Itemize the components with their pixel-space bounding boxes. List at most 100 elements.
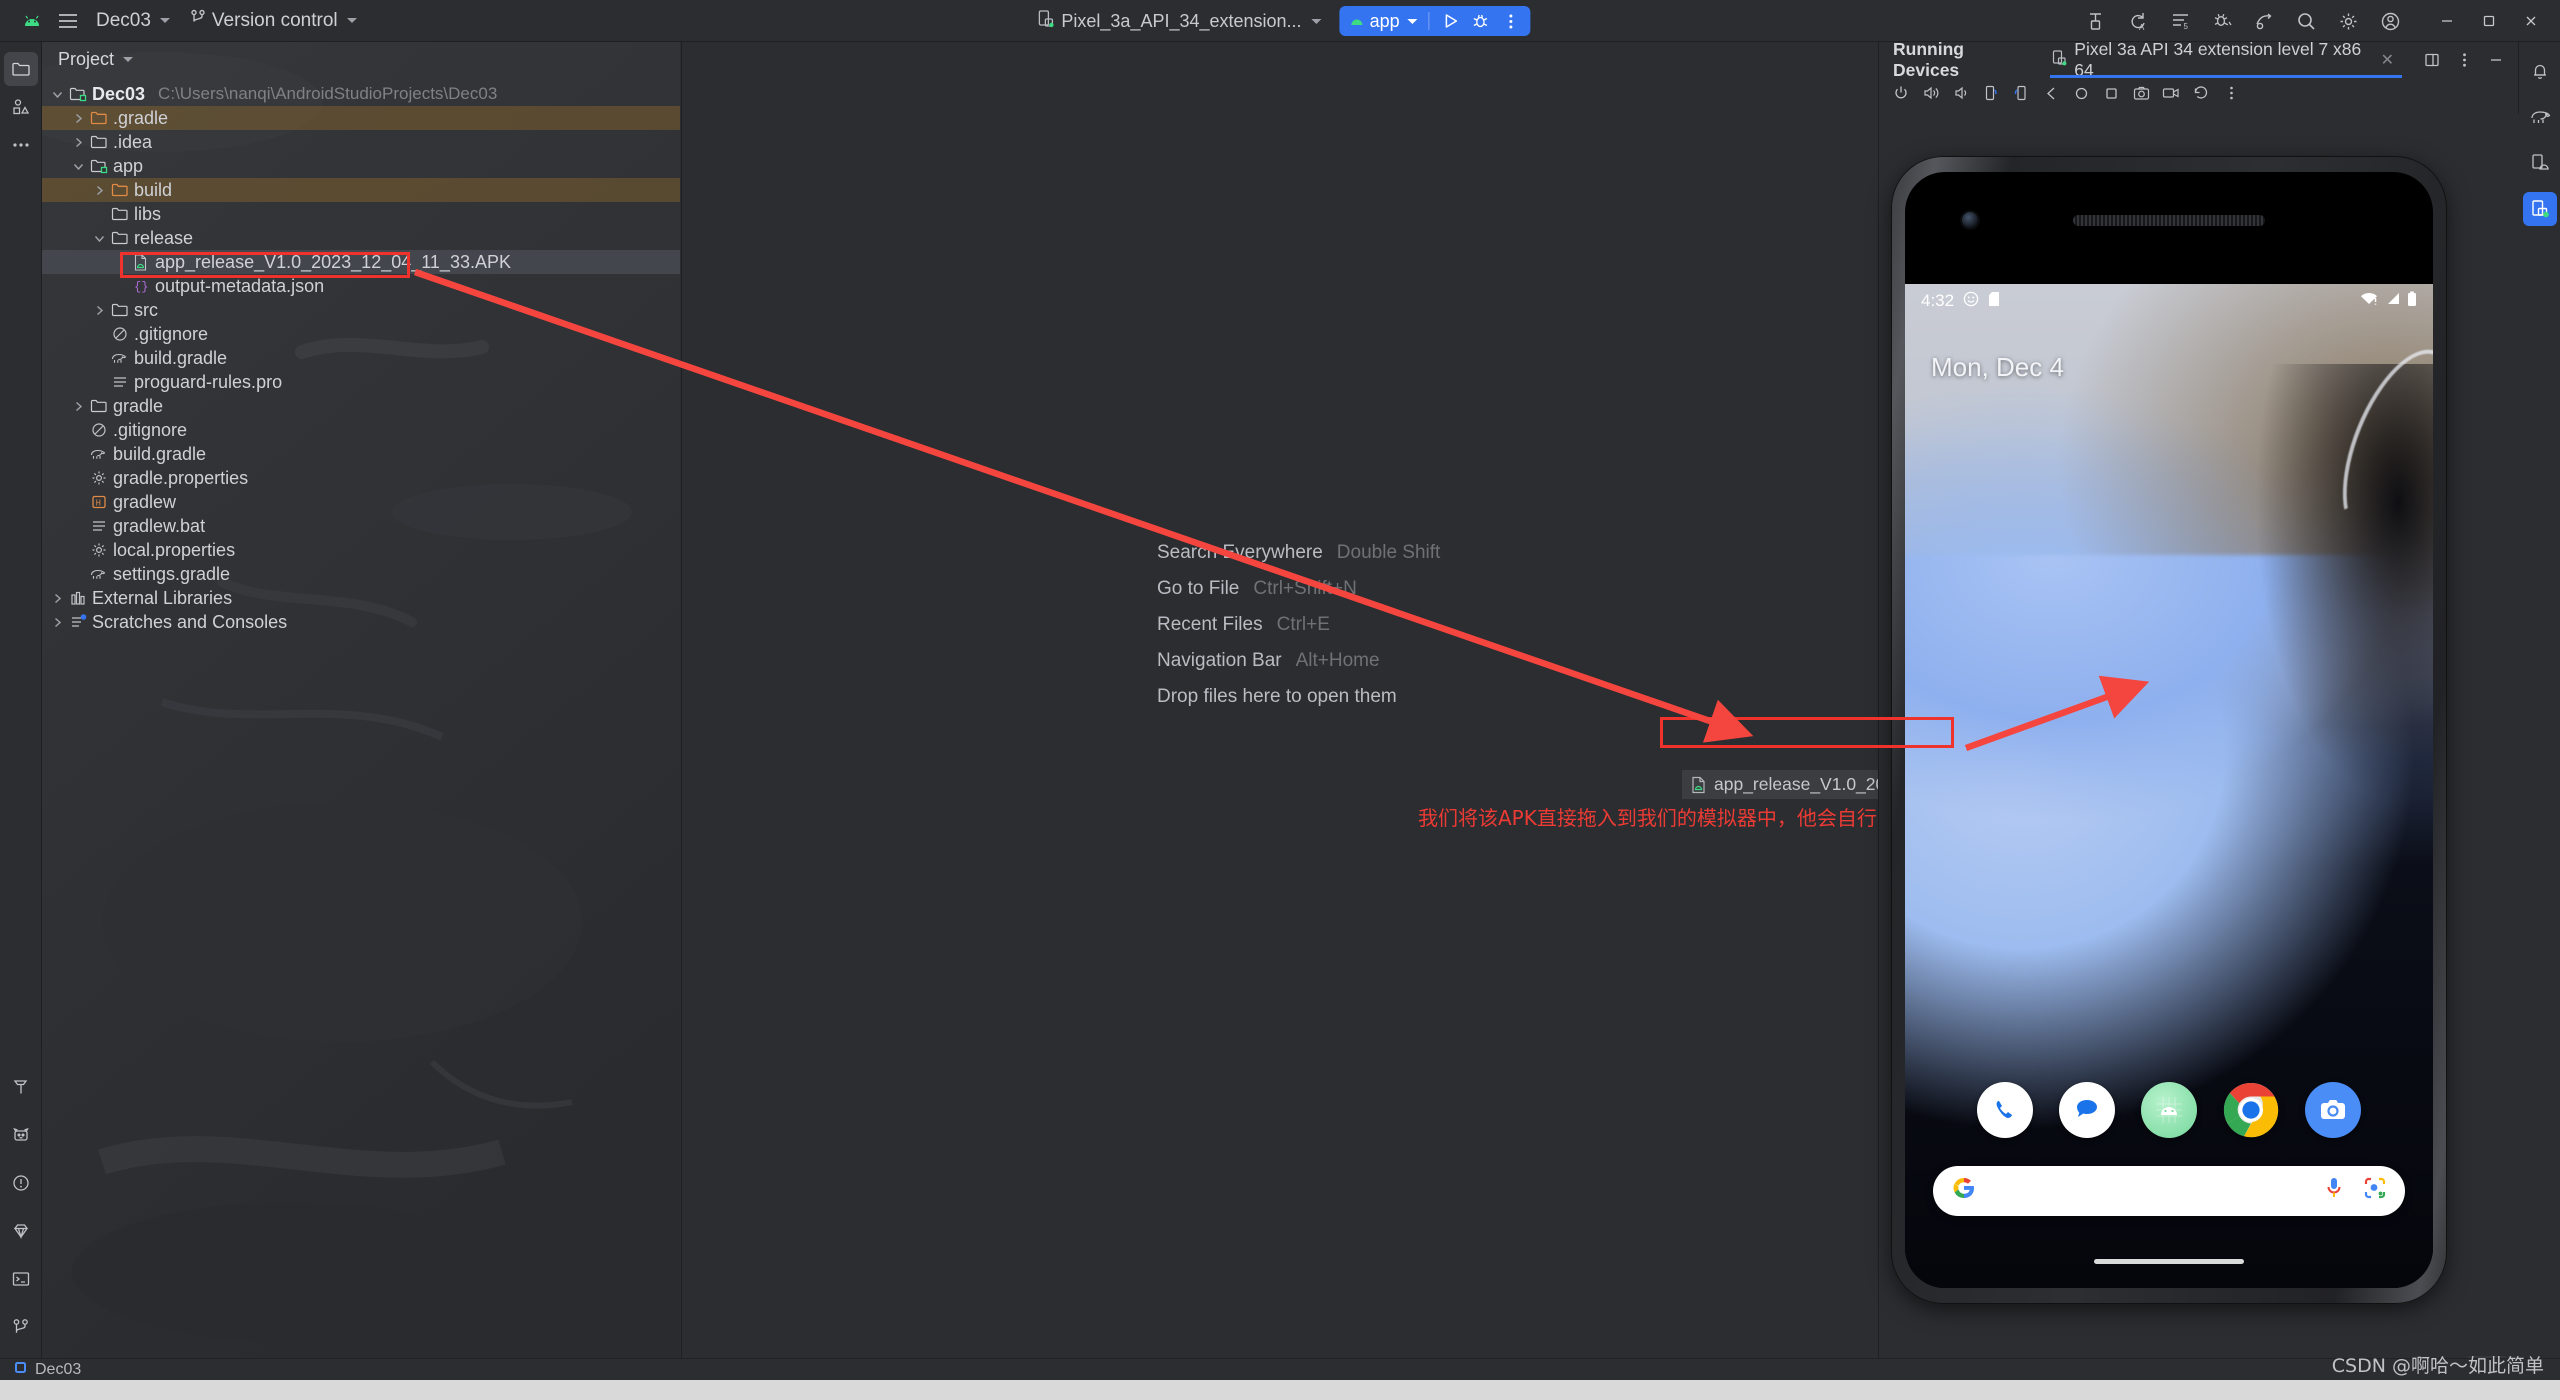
- tree-row[interactable]: {} output-metadata.json: [42, 274, 680, 298]
- chevron-down-icon[interactable]: [71, 159, 85, 173]
- search-icon[interactable]: [2286, 6, 2326, 36]
- version-control-selector[interactable]: Version control: [180, 7, 367, 35]
- project-name-selector[interactable]: Dec03: [86, 7, 180, 35]
- tree-row[interactable]: .gradle: [42, 106, 680, 130]
- window-maximize-button[interactable]: [2468, 0, 2510, 42]
- tree-row[interactable]: .idea: [42, 130, 680, 154]
- android-logo-icon[interactable]: [14, 6, 50, 36]
- tree-row[interactable]: app_release_V1.0_2023_12_04_11_33.APK: [42, 250, 680, 274]
- debug-button[interactable]: [1467, 8, 1495, 34]
- chevron-right-icon[interactable]: [92, 183, 106, 197]
- sidebar-item-resource-manager[interactable]: [4, 90, 38, 124]
- tree-row[interactable]: local.properties: [42, 538, 680, 562]
- sync-gradle-icon[interactable]: A: [2118, 6, 2158, 36]
- camera-icon[interactable]: [2305, 1082, 2361, 1138]
- sidebar-item-gradle[interactable]: [2523, 100, 2557, 134]
- earpiece-speaker: [2073, 215, 2265, 226]
- sidebar-item-running-devices[interactable]: [2522, 192, 2557, 226]
- sidebar-item-problems[interactable]: [4, 1166, 38, 1200]
- power-icon[interactable]: [1887, 80, 1915, 106]
- sidebar-item-terminal[interactable]: [4, 1262, 38, 1296]
- chevron-right-icon[interactable]: [71, 111, 85, 125]
- chevron-down-icon[interactable]: [92, 231, 106, 245]
- tree-row[interactable]: libs: [42, 202, 680, 226]
- tree-row-label: proguard-rules.pro: [134, 371, 283, 392]
- version-control-label: Version control: [211, 9, 338, 31]
- tree-row[interactable]: release: [42, 226, 680, 250]
- run-button[interactable]: [1437, 8, 1465, 34]
- chevron-right-icon[interactable]: [50, 591, 64, 605]
- chevron-right-icon[interactable]: [92, 303, 106, 317]
- options-more-icon[interactable]: [2450, 46, 2478, 74]
- settings-gear-icon[interactable]: [2328, 6, 2368, 36]
- tree-row[interactable]: .gitignore: [42, 418, 680, 442]
- rotate-left-icon[interactable]: [1977, 80, 2005, 106]
- chevron-right-icon[interactable]: [71, 135, 85, 149]
- tree-row[interactable]: Dec03 C:\Users\nanqi\AndroidStudioProject…: [42, 82, 680, 106]
- window-minimize-button[interactable]: [2426, 0, 2468, 42]
- rollback-icon[interactable]: [2187, 80, 2215, 106]
- volume-down-icon[interactable]: [1947, 80, 1975, 106]
- sidebar-item-app-quality[interactable]: [4, 1214, 38, 1248]
- tree-row[interactable]: gradle: [42, 394, 680, 418]
- tree-row[interactable]: src: [42, 298, 680, 322]
- sidebar-item-version-control[interactable]: [4, 1310, 38, 1344]
- chrome-icon[interactable]: [2223, 1082, 2279, 1138]
- messages-icon[interactable]: [2059, 1082, 2115, 1138]
- tree-row[interactable]: app: [42, 154, 680, 178]
- tree-row[interactable]: External Libraries: [42, 586, 680, 610]
- tab-pixel-3a-emulator[interactable]: Pixel 3a API 34 extension level 7 x86 64…: [2050, 39, 2402, 80]
- google-search-widget[interactable]: [1933, 1166, 2405, 1216]
- avd-manager-icon[interactable]: 5: [2160, 6, 2200, 36]
- layout-inspector-icon[interactable]: [2244, 6, 2284, 36]
- device-screen[interactable]: 4:32 Mon, Dec 4: [1905, 284, 2433, 1288]
- gesture-nav-pill[interactable]: [2094, 1259, 2244, 1264]
- tree-row[interactable]: build.gradle: [42, 442, 680, 466]
- more-run-options-button[interactable]: [1497, 8, 1525, 34]
- google-lens-icon[interactable]: [2363, 1176, 2387, 1206]
- sidebar-item-build[interactable]: [4, 1070, 38, 1104]
- tree-row[interactable]: Hgradlew: [42, 490, 680, 514]
- sidebar-item-project[interactable]: [3, 52, 38, 86]
- hide-minimize-icon[interactable]: [2482, 46, 2510, 74]
- profiler-icon[interactable]: [2202, 6, 2242, 36]
- home-icon[interactable]: [2067, 80, 2095, 106]
- editor-empty-area[interactable]: Search Everywhere Double Shift Go to File C…: [681, 42, 2071, 1358]
- device-selector[interactable]: Pixel_3a_API_34_extension...: [1029, 7, 1329, 35]
- app-quality-icon: [13, 1224, 28, 1240]
- tree-row[interactable]: build: [42, 178, 680, 202]
- tree-row[interactable]: gradle.properties: [42, 466, 680, 490]
- sidebar-item-device-manager[interactable]: [2523, 146, 2557, 180]
- volume-up-icon[interactable]: [1917, 80, 1945, 106]
- sidebar-item-notifications[interactable]: [2523, 54, 2557, 88]
- project-panel-header[interactable]: Project: [42, 42, 680, 76]
- tree-row[interactable]: proguard-rules.pro: [42, 370, 680, 394]
- chevron-down-icon[interactable]: [50, 87, 64, 101]
- split-window-icon[interactable]: [2418, 46, 2446, 74]
- chevron-right-icon[interactable]: [71, 399, 85, 413]
- more-vertical-icon[interactable]: [2217, 80, 2245, 106]
- window-close-button[interactable]: [2510, 0, 2552, 42]
- phone-icon[interactable]: [1977, 1082, 2033, 1138]
- screenshot-camera-icon[interactable]: [2127, 80, 2155, 106]
- tree-row[interactable]: .gitignore: [42, 322, 680, 346]
- account-icon[interactable]: [2370, 6, 2410, 36]
- rotate-right-icon[interactable]: [2007, 80, 2035, 106]
- screen-record-icon[interactable]: [2157, 80, 2185, 106]
- android-studio-app-icon[interactable]: [2141, 1082, 2197, 1138]
- tree-row[interactable]: settings.gradle: [42, 562, 680, 586]
- tree-row[interactable]: build.gradle: [42, 346, 680, 370]
- tree-row[interactable]: gradlew.bat: [42, 514, 680, 538]
- chevron-right-icon[interactable]: [50, 615, 64, 629]
- emulator-device-frame[interactable]: 4:32 Mon, Dec 4: [1891, 156, 2447, 1304]
- tree-row[interactable]: Scratches and Consoles: [42, 610, 680, 634]
- sidebar-item-logcat[interactable]: [4, 1118, 38, 1152]
- back-icon[interactable]: [2037, 80, 2065, 106]
- hamburger-menu-icon[interactable]: [50, 6, 86, 36]
- overview-square-icon[interactable]: [2097, 80, 2125, 106]
- microphone-icon[interactable]: [2323, 1176, 2345, 1206]
- sidebar-item-more-tool-windows[interactable]: [4, 128, 38, 162]
- run-configuration-selector[interactable]: app: [1346, 11, 1422, 32]
- make-project-icon[interactable]: [2076, 6, 2116, 36]
- close-icon[interactable]: ✕: [2381, 50, 2394, 70]
